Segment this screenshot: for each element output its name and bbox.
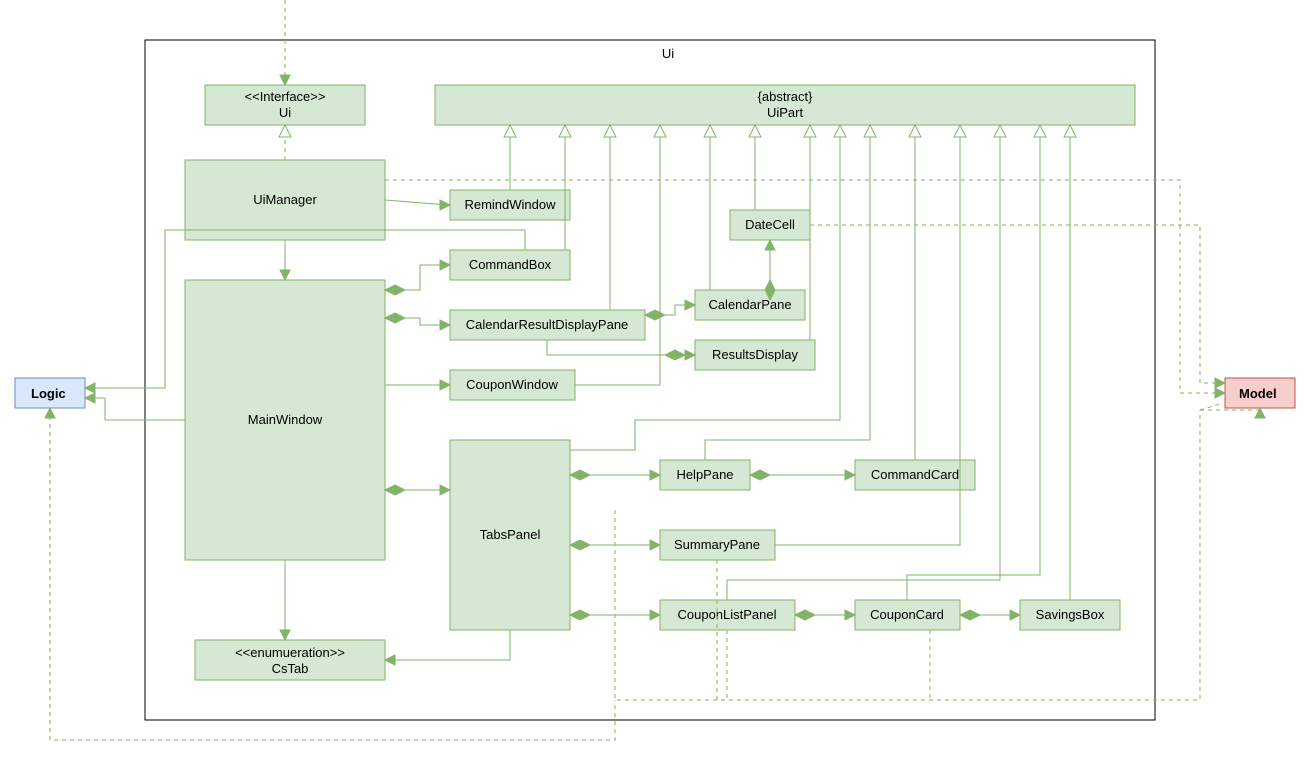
node-logic-label: Logic [31, 386, 66, 401]
node-model-label: Model [1239, 386, 1277, 401]
node-summarypane-label: SummaryPane [674, 537, 760, 552]
node-couponlistpanel-label: CouponListPanel [677, 607, 776, 622]
uml-diagram: Ui Logic Model <<Interface>> Ui {abstrac… [0, 0, 1311, 761]
node-savingsbox-label: SavingsBox [1036, 607, 1105, 622]
node-datecell-label: DateCell [745, 217, 795, 232]
node-calendarresultdisplaypane-label: CalendarResultDisplayPane [466, 317, 629, 332]
node-commandbox-label: CommandBox [469, 257, 552, 272]
node-cstab-name: CsTab [272, 661, 309, 676]
node-ui-interface-name: Ui [279, 105, 291, 120]
node-helppane-label: HelpPane [676, 467, 733, 482]
node-commandcard-label: CommandCard [871, 467, 959, 482]
node-uipart-stereo: {abstract} [758, 89, 814, 104]
node-ui-interface-stereo: <<Interface>> [245, 89, 326, 104]
node-couponcard-label: CouponCard [870, 607, 944, 622]
node-uipart-name: UiPart [767, 105, 804, 120]
node-tabspanel-label: TabsPanel [480, 527, 541, 542]
node-resultsdisplay-label: ResultsDisplay [712, 347, 798, 362]
node-remindwindow-label: RemindWindow [464, 197, 556, 212]
node-mainwindow-label: MainWindow [248, 412, 323, 427]
package-ui-title: Ui [662, 46, 674, 61]
node-couponwindow-label: CouponWindow [466, 377, 558, 392]
node-calendarpane-label: CalendarPane [708, 297, 791, 312]
node-uimanager-label: UiManager [253, 192, 317, 207]
node-cstab-stereo: <<enumueration>> [235, 645, 345, 660]
